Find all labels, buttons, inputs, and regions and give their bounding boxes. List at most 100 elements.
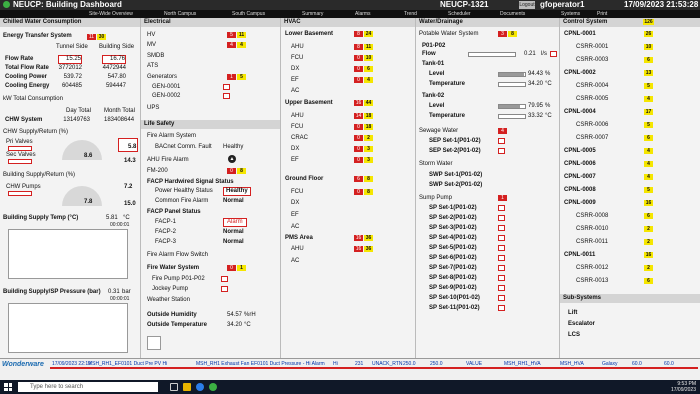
ets-alarm-count: 11	[87, 34, 96, 40]
fire-alarm-system-label[interactable]: Fire Alarm System	[147, 133, 196, 140]
trend-chart-icon[interactable]	[147, 336, 161, 350]
sump-pump-label[interactable]: Sump Pump	[419, 195, 452, 202]
ats-label[interactable]: ATS	[147, 63, 158, 70]
pms-area-label[interactable]: PMS Area	[285, 235, 313, 242]
ub-ef-label[interactable]: EF	[291, 157, 299, 164]
ets-label[interactable]: Energy Transfer System	[3, 33, 72, 40]
fire-alarm-flow-label[interactable]: Fire Alarm Flow Switch	[147, 252, 208, 259]
tank-02-label[interactable]: Tank-02	[422, 93, 444, 100]
file-explorer-icon[interactable]	[183, 383, 191, 391]
control-panel-label[interactable]: CPNL-0007	[564, 174, 596, 181]
sewage-label[interactable]: Sewage Water	[419, 128, 458, 135]
control-panel-label[interactable]: CPNL-0001	[564, 31, 596, 38]
control-panel-label[interactable]: CSRR-0006	[576, 122, 608, 129]
pressure-trend[interactable]	[8, 303, 128, 353]
pms-ahu-label[interactable]: AHU	[291, 246, 304, 253]
lower-basement-label[interactable]: Lower Basement	[285, 31, 333, 38]
lb-dx-label[interactable]: DX	[291, 66, 299, 73]
gen-0001-label[interactable]: GEN-0001	[152, 84, 180, 91]
nav-north-campus[interactable]: North Campus	[164, 10, 196, 18]
control-panel-label[interactable]: CSRR-0008	[576, 213, 608, 220]
logout-button[interactable]: Logout	[519, 1, 535, 9]
ub-ahu-label[interactable]: AHU	[291, 113, 304, 120]
weather-station-label[interactable]: Weather Station	[147, 297, 190, 304]
ahu-fire-alarm-label[interactable]: AHU Fire Alarm	[147, 157, 189, 164]
control-panel-label[interactable]: CPNL-0009	[564, 200, 596, 207]
ground-floor-label[interactable]: Ground Floor	[285, 176, 323, 183]
control-panel-label[interactable]: CSRR-0001	[576, 44, 608, 51]
tank-02-temp-value: 33.32	[528, 113, 544, 119]
control-panel-label[interactable]: CPNL-0011	[564, 252, 595, 259]
nav-summary[interactable]: Summary	[302, 10, 323, 18]
nav-scheduler[interactable]: Scheduler	[448, 10, 471, 18]
taskbar-clock[interactable]: 9:53 PM 17/09/2023	[671, 381, 696, 393]
smdb-label[interactable]: SMDB	[147, 53, 164, 60]
potable-water-label[interactable]: Potable Water System	[419, 31, 478, 38]
facp-panel-label: FACP Panel Status	[147, 209, 201, 215]
nav-systems[interactable]: Systems	[561, 10, 580, 18]
control-panel-warning-count: 6	[644, 278, 653, 284]
storm-water-label[interactable]: Storm Water	[419, 161, 452, 168]
taskbar: Type here to search 9:53 PM 17/09/2023	[0, 380, 700, 394]
task-view-icon[interactable]	[170, 383, 178, 391]
control-panel-label[interactable]: CSRR-0012	[576, 265, 608, 272]
generators-label[interactable]: Generators	[147, 74, 177, 81]
gf-fcu-label[interactable]: FCU	[291, 189, 303, 196]
nav-site-wide[interactable]: Site-Wide Overview	[89, 10, 133, 18]
ub-fcu-label[interactable]: FCU	[291, 124, 303, 131]
lb-ef-label[interactable]: EF	[291, 77, 299, 84]
ticker-time[interactable]: 17/09/2023 22:19	[52, 361, 91, 367]
tank-01-level-label: Level	[429, 71, 445, 77]
control-panel-label[interactable]: CSRR-0003	[576, 57, 608, 64]
supply-temp-trend[interactable]	[8, 229, 128, 279]
control-panel-label[interactable]: CSRR-0013	[576, 278, 608, 285]
lb-ahu-label[interactable]: AHU	[291, 44, 304, 51]
control-panel-label[interactable]: CPNL-0002	[564, 70, 596, 77]
mv-label[interactable]: MV	[147, 42, 156, 49]
control-panel-label[interactable]: CPNL-0004	[564, 109, 596, 116]
building-cooling-power: 547.80	[107, 74, 126, 80]
pms-ac-label[interactable]: AC	[291, 258, 299, 265]
control-panel-label[interactable]: CSRR-0010	[576, 226, 608, 233]
intouch-icon[interactable]	[209, 383, 217, 391]
fire-water-label[interactable]: Fire Water System	[147, 265, 199, 272]
ub-crac-label[interactable]: CRAC	[291, 135, 308, 142]
control-panel-label[interactable]: CPNL-0006	[564, 161, 596, 168]
gen-0002-label[interactable]: GEN-0002	[152, 93, 180, 100]
gf-ef-label[interactable]: EF	[291, 212, 299, 219]
ahu-fire-alarm-icon[interactable]: ▲	[228, 155, 236, 163]
control-panel-label[interactable]: CSRR-0005	[576, 96, 608, 103]
lb-ac-label[interactable]: AC	[291, 88, 299, 95]
facp1-value: Alarm	[223, 218, 247, 227]
lb-fcu-label[interactable]: FCU	[291, 55, 303, 62]
windows-start-icon[interactable]	[4, 383, 12, 391]
ups-label[interactable]: UPS	[147, 105, 159, 112]
control-panel-label[interactable]: CSRR-0004	[576, 83, 608, 90]
gf-dx-label[interactable]: DX	[291, 200, 299, 207]
chw-pumps-box[interactable]	[8, 191, 32, 196]
nav-trend[interactable]: Trend	[404, 10, 417, 18]
control-panel-label[interactable]: CSRR-0007	[576, 135, 608, 142]
control-panel-label[interactable]: CPNL-0005	[564, 148, 596, 155]
nav-documents[interactable]: Documents	[500, 10, 525, 18]
nav-print[interactable]: Print	[597, 10, 607, 18]
lift-label[interactable]: Lift	[568, 310, 577, 317]
upper-basement-label[interactable]: Upper Basement	[285, 100, 333, 107]
ticker-tag[interactable]: MSH_RH1_EF0101 Duct Pre PV Hi	[88, 361, 167, 367]
fm200-label[interactable]: FM-200	[147, 168, 168, 175]
tank-01-label[interactable]: Tank-01	[422, 61, 444, 68]
gf-ac-label[interactable]: AC	[291, 224, 299, 231]
sec-valves-box[interactable]	[8, 159, 32, 164]
escalator-label[interactable]: Escalator	[568, 321, 595, 328]
control-panel-label[interactable]: CSRR-0011	[576, 239, 608, 246]
ub-dx-label[interactable]: DX	[291, 146, 299, 153]
edge-icon[interactable]	[196, 383, 204, 391]
pri-valves-box[interactable]	[8, 146, 32, 151]
hv-label[interactable]: HV	[147, 32, 155, 39]
taskbar-search-input[interactable]: Type here to search	[18, 382, 158, 392]
ticker-description[interactable]: MSH_RH1 Exhaust Fan EF0101 Duct Pressure…	[196, 361, 325, 367]
lcs-label[interactable]: LCS	[568, 332, 580, 339]
nav-south-campus[interactable]: South Campus	[232, 10, 265, 18]
nav-alarms[interactable]: Alarms	[355, 10, 371, 18]
control-panel-label[interactable]: CPNL-0008	[564, 187, 596, 194]
